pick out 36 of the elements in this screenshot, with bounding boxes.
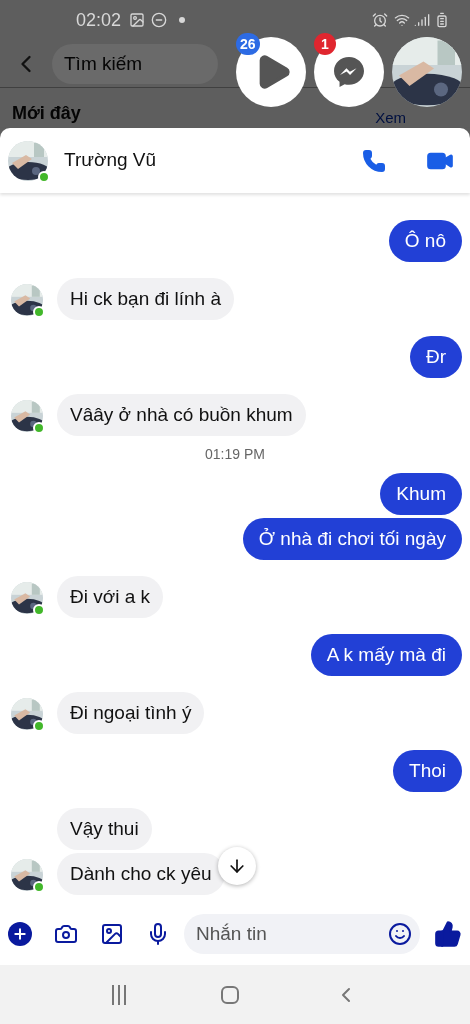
message-bubble: Dành cho ck yêu [57,853,225,895]
search-field[interactable]: Tìm kiếm [52,43,218,84]
status-time: 02:02 [76,8,122,32]
message-bubble: Đr [409,336,462,378]
message-bubble: Hi ck bạn đi lính à [57,278,235,320]
camera-icon[interactable] [54,922,78,946]
message-bubble: Ở nhà đi chơi tối ngày [242,518,462,560]
message-bubble: Vậy thui [57,808,152,850]
recent-apps-icon[interactable] [111,984,126,1005]
message-bubble: Ô nô [388,220,462,262]
image-icon[interactable] [100,922,124,946]
like-icon[interactable] [434,920,462,948]
see-all-link[interactable]: Xem [375,110,406,125]
message-bubble: A k mấy mà đi [310,634,462,676]
phone-icon[interactable] [362,148,386,173]
emoji-icon[interactable] [388,922,412,946]
message-bubble: Khum [380,473,462,515]
timestamp: 01:19 PM [205,445,265,464]
message-bubble: Vâây ở nhà có buồn khum [57,394,306,436]
contact-name: Trường Vũ [64,148,158,173]
message-field[interactable]: Nhắn tin [184,914,420,954]
message-bubble: Thoi [393,750,462,792]
do-not-disturb-icon [151,12,168,28]
add-icon[interactable] [8,922,32,946]
signal-icon [414,12,430,28]
battery-icon [434,12,450,28]
count-badge: 1 [314,33,336,55]
scroll-down-button[interactable] [218,847,256,885]
section-title: Mới đây [12,102,81,125]
message-bubble: Đi ngoại tình ý [57,692,205,734]
gallery-icon [129,12,146,28]
home-icon[interactable] [221,985,239,1004]
wifi-icon [394,12,410,28]
alarm-icon [372,12,388,28]
count-badge: 26 [236,33,260,55]
message-bubble: Đi với a k [57,576,164,618]
